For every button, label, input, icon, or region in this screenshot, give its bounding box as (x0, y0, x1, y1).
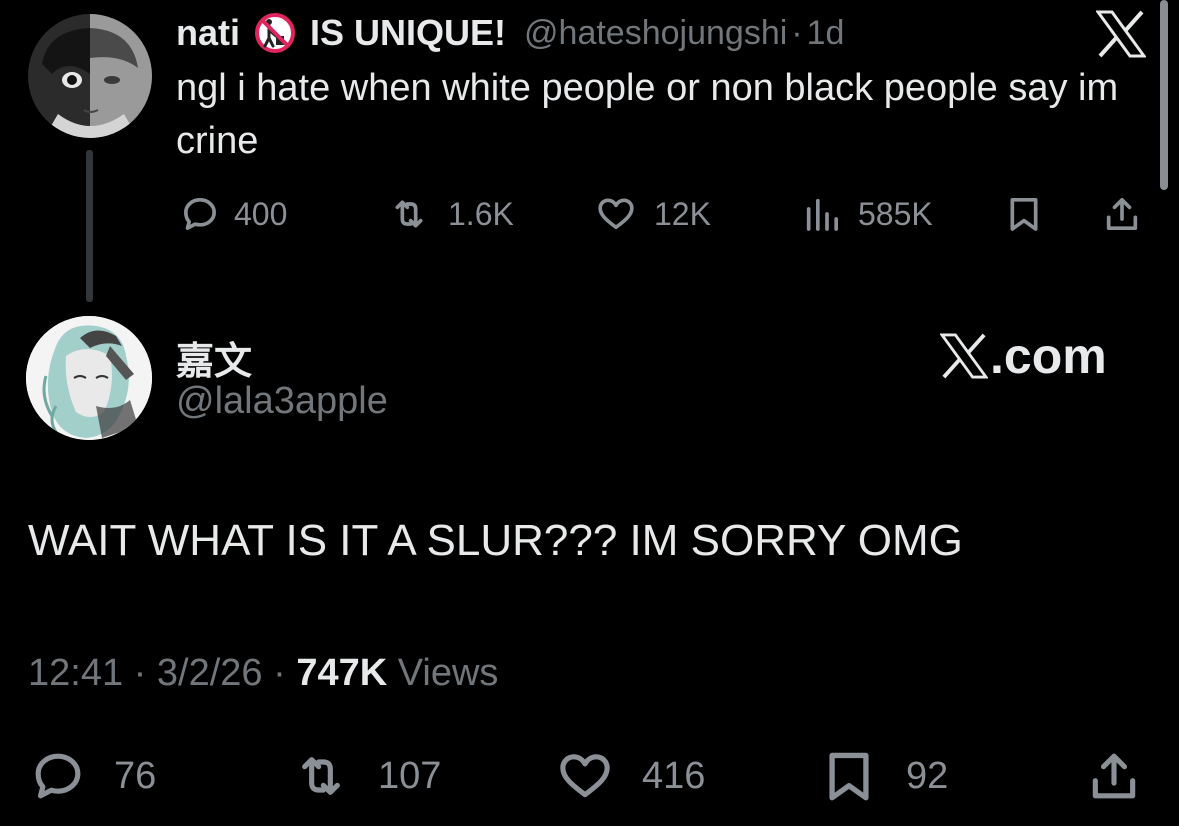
x-logo-icon (940, 333, 988, 379)
parent-display-name[interactable]: nati (176, 12, 240, 54)
parent-timestamp[interactable]: 1d (807, 14, 845, 53)
bookmark-icon (1010, 198, 1038, 231)
parent-repost-button[interactable]: 1.6K (384, 190, 514, 238)
x-com-watermark: .com (940, 328, 1107, 384)
separator-dot: · (791, 13, 803, 52)
parent-reply-count: 400 (234, 195, 288, 232)
reply-reply-button[interactable]: 76 (28, 748, 156, 804)
bookmark-icon (829, 752, 869, 801)
separator-dot: · (273, 652, 286, 694)
reply-repost-count: 107 (378, 754, 442, 797)
x-logo-icon (1095, 10, 1147, 58)
repost-icon (302, 757, 340, 795)
reply-display-name[interactable]: 嘉文 (176, 330, 252, 385)
parent-views-count: 585K (858, 195, 933, 232)
parent-name-suffix[interactable]: IS UNIQUE! (310, 12, 506, 54)
reply-avatar[interactable] (26, 316, 152, 440)
reply-icon (184, 198, 217, 231)
reply-bookmark-count: 92 (906, 754, 949, 797)
reply-tweet-text: WAIT WHAT IS IT A SLUR??? IM SORRY OMG (28, 516, 963, 565)
parent-bookmark-button[interactable] (1002, 190, 1046, 238)
no-littering-emoji (254, 12, 296, 54)
reply-metadata: 12:41 · 3/2/26 · 747K Views (28, 652, 498, 695)
reply-like-button[interactable]: 416 (554, 748, 705, 804)
reply-views-count: 747K (296, 652, 388, 694)
share-icon (1092, 753, 1136, 799)
reply-share-button[interactable] (1084, 748, 1144, 804)
reply-like-count: 416 (642, 754, 706, 797)
separator-dot: · (133, 652, 147, 694)
reply-views-label: Views (397, 652, 499, 694)
reply-repost-button[interactable]: 107 (286, 748, 441, 804)
like-icon (598, 198, 634, 230)
parent-reply-button[interactable]: 400 (180, 190, 287, 238)
parent-views-button[interactable]: 585K (800, 190, 933, 238)
reply-time[interactable]: 12:41 (28, 652, 123, 694)
views-icon (806, 198, 838, 231)
parent-repost-count: 1.6K (448, 195, 514, 232)
reply-date[interactable]: 3/2/26 (157, 652, 263, 694)
reply-handle[interactable]: @lala3apple (176, 380, 388, 423)
share-icon (1106, 198, 1138, 231)
thread-line (86, 150, 93, 302)
scrollbar[interactable] (1160, 0, 1168, 190)
x-com-text: .com (990, 328, 1107, 384)
parent-tweet-text: ngl i hate when white people or non blac… (176, 67, 1119, 162)
reply-bookmark-button[interactable]: 92 (820, 748, 948, 804)
parent-handle[interactable]: @hateshojungshi (524, 14, 787, 53)
like-icon (560, 754, 610, 798)
reply-icon (35, 753, 81, 799)
reply-reply-count: 76 (114, 754, 157, 797)
parent-header: nati IS UNIQUE! @hateshojungshi · 1d (176, 12, 844, 54)
repost-icon (395, 200, 423, 228)
parent-share-button[interactable] (1100, 190, 1144, 238)
parent-avatar[interactable] (28, 14, 152, 138)
parent-like-button[interactable]: 12K (592, 190, 711, 238)
parent-like-count: 12K (654, 195, 711, 232)
